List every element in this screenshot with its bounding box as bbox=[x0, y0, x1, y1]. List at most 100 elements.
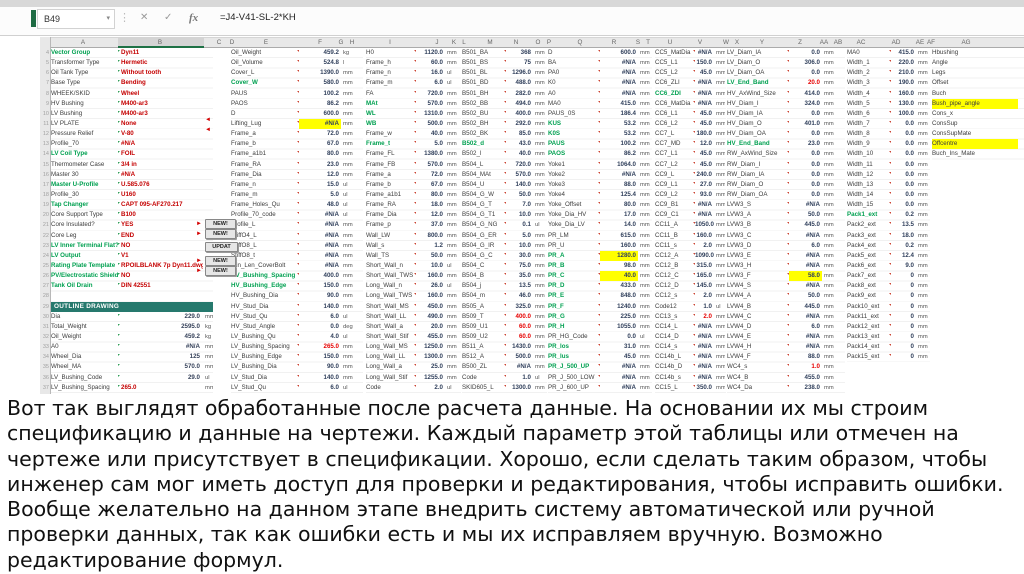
cell-label[interactable]: Cover_L bbox=[231, 68, 299, 78]
cell-value[interactable]: #N/A bbox=[299, 261, 341, 271]
cell-unit[interactable]: mm bbox=[916, 271, 928, 281]
cell-value[interactable]: #N/A bbox=[600, 89, 638, 99]
cell-value[interactable]: 72.0 bbox=[299, 129, 341, 139]
name-box[interactable]: B49 ▾ bbox=[37, 9, 115, 29]
cell-unit[interactable]: mm bbox=[714, 78, 725, 88]
cell-unit[interactable]: mm bbox=[445, 89, 459, 99]
cell-unit[interactable]: mm bbox=[822, 160, 836, 170]
cell-unit[interactable]: mm bbox=[341, 362, 359, 372]
cell-unit[interactable]: mm bbox=[714, 352, 725, 362]
cell-value[interactable]: #N/A bbox=[695, 200, 714, 210]
cell-value[interactable]: 20.0 bbox=[416, 322, 445, 332]
cell-unit[interactable]: mm bbox=[341, 302, 359, 312]
cell-unit[interactable]: mm bbox=[916, 210, 928, 220]
cell-unit[interactable]: mm bbox=[638, 322, 651, 332]
cell-unit[interactable]: mm bbox=[533, 119, 546, 129]
cell-value[interactable]: 0 bbox=[891, 342, 916, 352]
cell-label[interactable]: B504_j bbox=[462, 281, 506, 291]
cell-label[interactable]: Cons_x bbox=[932, 109, 1018, 119]
cell-unit[interactable]: mm bbox=[714, 139, 725, 149]
cell-label[interactable]: CC6_ZDI bbox=[655, 89, 695, 99]
cell-label[interactable]: HV_Diam_I bbox=[727, 99, 789, 109]
cell-value[interactable]: 150.0 bbox=[299, 281, 341, 291]
cell-label[interactable]: LVW3_A bbox=[727, 210, 789, 220]
cell-label[interactable]: CC14_D bbox=[655, 332, 695, 342]
cell-unit[interactable]: mm bbox=[533, 170, 546, 180]
cell-label[interactable]: PR_E bbox=[548, 291, 600, 301]
cell-label[interactable]: LVW4_E bbox=[727, 332, 789, 342]
cell-label[interactable]: Code bbox=[366, 383, 416, 393]
cell-label[interactable]: Pack14_ext bbox=[847, 342, 891, 352]
cell-value[interactable]: #N/A bbox=[695, 78, 714, 88]
cell-value[interactable]: 130.0 bbox=[891, 99, 916, 109]
cell-value[interactable]: 23.0 bbox=[789, 139, 822, 149]
cell-label[interactable]: Pack2_ext bbox=[847, 220, 891, 230]
cell-unit[interactable]: mm bbox=[638, 78, 651, 88]
cell-unit[interactable]: mm bbox=[341, 291, 359, 301]
cell-label[interactable]: Dia bbox=[51, 312, 118, 322]
cell-value[interactable]: Bending bbox=[118, 78, 203, 88]
cell-label[interactable]: B502_BK bbox=[462, 129, 506, 139]
cell-unit[interactable]: mm bbox=[822, 231, 836, 241]
cell-value[interactable]: 0.2 bbox=[891, 210, 916, 220]
cell-unit[interactable]: mm bbox=[638, 139, 651, 149]
cell-unit[interactable]: mm bbox=[714, 210, 725, 220]
cell-value[interactable]: 3/4 in bbox=[118, 160, 203, 170]
cell-label[interactable]: Tap Changer bbox=[51, 200, 118, 210]
cell-unit[interactable]: mm bbox=[714, 271, 725, 281]
cell-value[interactable]: 10.0 bbox=[506, 241, 533, 251]
cell-unit[interactable]: mm bbox=[445, 373, 459, 383]
cell-value[interactable]: 0.0 bbox=[891, 149, 916, 159]
cell-label[interactable]: Angle bbox=[932, 58, 1018, 68]
cell-unit[interactable]: mm bbox=[341, 78, 359, 88]
cell-unit[interactable]: mm bbox=[822, 129, 836, 139]
cell-label[interactable]: CC14b_L bbox=[655, 352, 695, 362]
cell-label[interactable]: LVW4_A bbox=[727, 291, 789, 301]
cell-value[interactable]: 67.0 bbox=[416, 180, 445, 190]
cell-value[interactable]: 100.2 bbox=[299, 89, 341, 99]
cell-label[interactable]: CC15_L bbox=[655, 383, 695, 393]
cell-value[interactable] bbox=[118, 291, 203, 301]
cell-unit[interactable]: ul bbox=[445, 261, 459, 271]
cell-value[interactable]: 0 bbox=[891, 322, 916, 332]
cell-label[interactable]: RW_Diam_OA bbox=[727, 190, 789, 200]
cell-value[interactable]: 450.0 bbox=[416, 302, 445, 312]
cell-label[interactable]: CC7_L bbox=[655, 129, 695, 139]
cell-unit[interactable]: mm bbox=[533, 302, 546, 312]
cell-value[interactable]: 0 bbox=[891, 302, 916, 312]
cell-unit[interactable]: mm bbox=[341, 241, 359, 251]
cell-label[interactable]: WHEEK/SKID bbox=[51, 89, 118, 99]
cell-unit[interactable]: mm bbox=[638, 342, 651, 352]
cell-unit[interactable]: ul bbox=[445, 78, 459, 88]
cell-label[interactable]: Frame_m bbox=[366, 78, 416, 88]
cell-value[interactable]: 45.0 bbox=[695, 109, 714, 119]
cell-label[interactable]: HV_Bushing_Spacing bbox=[231, 271, 299, 281]
cell-value[interactable]: 37.0 bbox=[416, 220, 445, 230]
cell-label[interactable]: Width_5 bbox=[847, 99, 891, 109]
cell-label[interactable]: HV_AxWind_Size bbox=[727, 89, 789, 99]
cell-label[interactable]: LV Inner Terminal Flat? bbox=[51, 241, 118, 251]
cell-value[interactable]: #N/A bbox=[695, 332, 714, 342]
cell-unit[interactable]: mm bbox=[714, 251, 725, 261]
cell-label[interactable]: LV Bushing bbox=[51, 109, 118, 119]
column-header-G[interactable]: G bbox=[339, 38, 344, 48]
cell-label[interactable]: Code bbox=[462, 373, 506, 383]
cell-unit[interactable]: mm bbox=[714, 342, 725, 352]
column-header-X[interactable]: X bbox=[735, 38, 739, 48]
cell-unit[interactable]: mm bbox=[341, 170, 359, 180]
cell-value[interactable]: 1300.0 bbox=[506, 383, 533, 393]
cell-value[interactable]: 160.0 bbox=[695, 231, 714, 241]
cell-label[interactable]: Yoke1 bbox=[548, 160, 600, 170]
cell-label[interactable]: MA0 bbox=[847, 48, 891, 58]
cell-value[interactable]: 48.0 bbox=[299, 200, 341, 210]
cell-unit[interactable]: mm bbox=[203, 352, 213, 362]
cell-unit[interactable]: mm bbox=[445, 332, 459, 342]
cell-unit[interactable]: mm bbox=[533, 200, 546, 210]
cell-value[interactable]: 6.0 bbox=[789, 241, 822, 251]
cell-label[interactable]: LV_Bushing_Spacing bbox=[231, 342, 299, 352]
cell-label[interactable]: B504_C bbox=[462, 261, 506, 271]
cell-value[interactable]: #N/A bbox=[789, 332, 822, 342]
column-header-P[interactable]: P bbox=[547, 38, 551, 48]
cell-unit[interactable]: mm bbox=[341, 281, 359, 291]
cell-unit[interactable]: mm bbox=[341, 261, 359, 271]
